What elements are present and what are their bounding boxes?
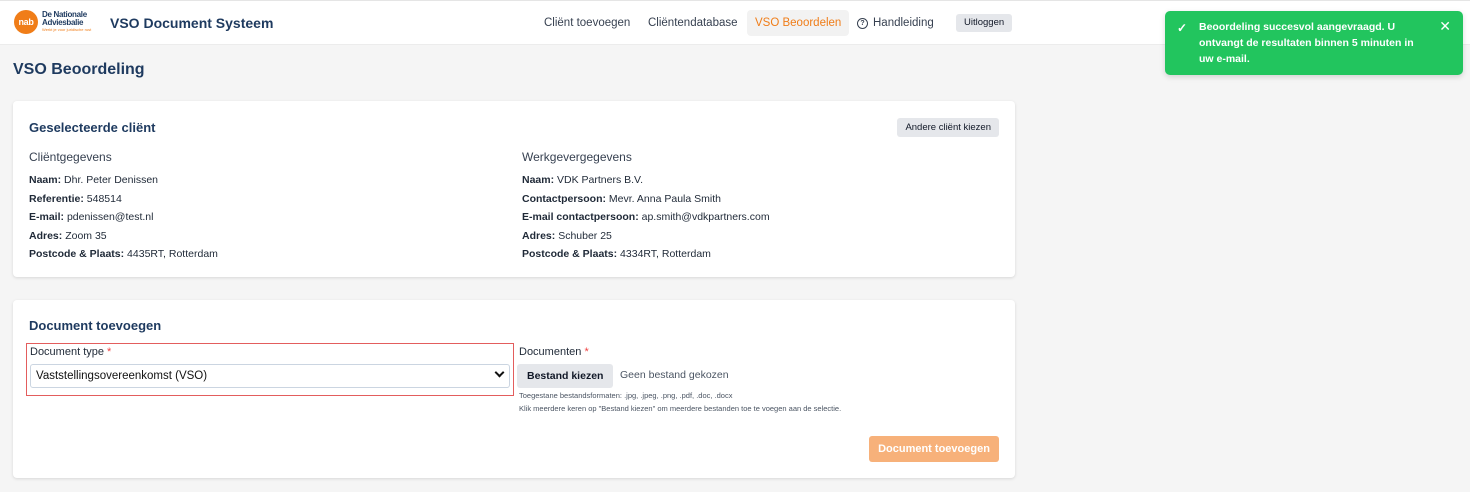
help-circle-icon: ? [857,17,868,29]
nab-logo[interactable]: nab De Nationale Adviesbalie Werkt je vo… [14,10,91,34]
detail-value: 4334RT, Rotterdam [620,248,711,260]
documents-label-text: Documenten [519,346,582,358]
detail-row: Contactpersoon: Mevr. Anna Paula Smith [522,190,770,209]
logout-button[interactable]: Uitloggen [956,14,1013,32]
detail-value: 4435RT, Rotterdam [127,248,218,260]
success-toast: ✓ Beoordeling succesvol aangevraagd. U o… [1165,11,1463,75]
detail-value: 548514 [86,192,122,205]
document-type-value: Vaststellingsovereenkomst (VSO) [36,370,208,382]
nav-vso-beoordelen[interactable]: VSO Beoordelen [747,10,850,36]
detail-label: E-mail contactpersoon: [522,211,639,223]
required-mark: * [584,346,589,358]
nav-handleiding-label: Handleiding [873,17,934,29]
detail-value: VDK Partners B.V. [557,174,644,186]
file-format-hint: Toegestane bestandsformaten: .jpg, .jpeg… [519,391,733,400]
logo-mark: nab [14,10,38,34]
app-title: VSO Document Systeem [110,15,274,31]
detail-label: Postcode & Plaats: [29,248,125,260]
nav-client-toevoegen[interactable]: Cliënt toevoegen [544,10,630,36]
detail-label: Postcode & Plaats: [522,248,618,260]
detail-row: Postcode & Plaats: 4334RT, Rotterdam [522,245,770,264]
detail-value: Mevr. Anna Paula Smith [608,192,721,205]
file-status: Geen bestand gekozen [620,369,729,381]
chevron-down-icon [494,367,505,378]
card-title: Geselecteerde cliënt [29,120,156,135]
client-details: Cliëntgegevens Naam: Dhr. Peter Denissen… [29,150,218,264]
detail-label: Adres: [29,229,63,242]
page-title: VSO Beoordeling [13,61,145,78]
employer-details-heading: Werkgevergegevens [522,150,632,164]
nav-handleiding[interactable]: ? Handleiding [857,10,934,36]
detail-label: Naam: [29,174,62,186]
required-mark: * [107,346,112,358]
document-type-label: Document type * [30,346,111,358]
detail-row: Adres: Zoom 35 [29,227,218,246]
logo-line2: Adviesbalie [42,18,84,27]
detail-row: E-mail contactpersoon: ap.smith@vdkpartn… [522,208,770,227]
detail-row: Naam: Dhr. Peter Denissen [29,171,218,190]
client-details-heading: Cliëntgegevens [29,150,112,164]
document-type-field: Document type * Vaststellingsovereenkoms… [26,343,514,396]
document-type-label-text: Document type [30,346,104,358]
detail-row: E-mail: pdenissen@test.nl [29,208,218,227]
check-icon: ✓ [1177,21,1188,35]
detail-value: Schuber 25 [558,229,612,242]
add-document-card: Document toevoegen Document type * Vasts… [13,300,1015,478]
choose-file-button[interactable]: Bestand kiezen [517,364,614,388]
detail-label: Referentie: [29,192,84,205]
multi-file-hint: Klik meerdere keren op "Bestand kiezen" … [519,404,842,413]
logo-tagline: Werkt je voor juridische rust [42,27,92,32]
detail-row: Adres: Schuber 25 [522,227,770,246]
detail-row: Referentie: 548514 [29,190,218,209]
detail-value: pdenissen@test.nl [66,211,154,223]
nav-clientendatabase[interactable]: Cliëntendatabase [648,10,738,36]
add-document-button[interactable]: Document toevoegen [869,436,999,462]
detail-label: E-mail: [29,211,65,223]
detail-label: Adres: [522,229,556,242]
detail-row: Postcode & Plaats: 4435RT, Rotterdam [29,245,218,264]
detail-label: Contactpersoon: [522,192,606,205]
card-title: Document toevoegen [29,318,162,333]
detail-row: Naam: VDK Partners B.V. [522,171,770,190]
documents-label: Documenten * [519,346,589,358]
employer-details: Werkgevergegevens Naam: VDK Partners B.V… [522,150,770,264]
detail-label: Naam: [522,174,555,186]
toast-message: Beoordeling succesvol aangevraagd. U ont… [1199,21,1414,65]
change-client-button[interactable]: Andere cliënt kiezen [897,118,999,137]
logo-text: De Nationale Adviesbalie Werkt je voor j… [42,11,91,33]
close-icon[interactable]: ✕ [1439,18,1451,34]
document-type-select[interactable]: Vaststellingsovereenkomst (VSO) [30,364,510,388]
detail-value: ap.smith@vdkpartners.com [641,211,770,223]
detail-value: Dhr. Peter Denissen [64,174,158,186]
selected-client-card: Geselecteerde cliënt Andere cliënt kieze… [13,101,1015,277]
detail-value: Zoom 35 [65,229,107,242]
